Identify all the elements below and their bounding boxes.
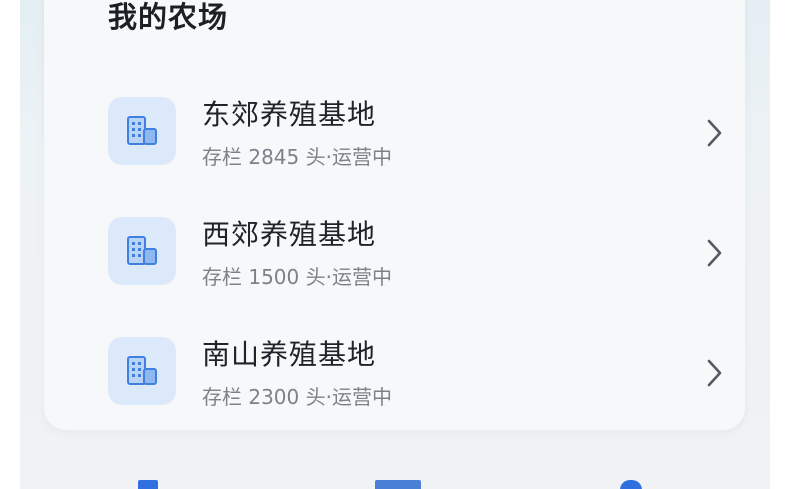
building-icon	[108, 97, 176, 165]
farm-list-item-xijiao[interactable]: 西郊养殖基地 存栏 1500 头·运营中	[108, 217, 758, 309]
chevron-right-icon	[704, 357, 724, 393]
stock-unit: 头	[305, 145, 326, 169]
farm-name: 西郊养殖基地	[202, 218, 377, 251]
stock-count: 1500	[248, 265, 300, 289]
building-icon	[108, 217, 176, 285]
my-farms-card: 我的农场 东郊养殖基地 存栏 2845 头·运营中 西郊养殖基地 存栏 1500…	[44, 0, 745, 430]
farm-meta: 存栏 2845 头·运营中	[202, 141, 392, 170]
status-text: 运营中	[331, 265, 392, 289]
farm-list-item-nanshan[interactable]: 南山养殖基地 存栏 2300 头·运营中	[108, 337, 758, 429]
page-background: 我的农场 东郊养殖基地 存栏 2845 头·运营中 西郊养殖基地 存栏 1500…	[20, 0, 770, 489]
right-margin	[770, 0, 790, 489]
chevron-right-icon	[704, 237, 724, 273]
tab-icon-partial[interactable]	[138, 480, 158, 489]
farm-list-item-dongjiao[interactable]: 东郊养殖基地 存栏 2845 头·运营中	[108, 97, 758, 189]
card-title: 我的农场	[108, 0, 229, 34]
tab-icon-partial[interactable]	[375, 480, 421, 489]
status-text: 运营中	[331, 385, 392, 409]
stock-label: 存栏	[202, 145, 242, 169]
stock-count: 2300	[248, 385, 300, 409]
stock-unit: 头	[305, 265, 326, 289]
building-icon	[108, 337, 176, 405]
stock-label: 存栏	[202, 265, 242, 289]
farm-meta: 存栏 1500 头·运营中	[202, 261, 392, 290]
status-text: 运营中	[331, 145, 392, 169]
stock-label: 存栏	[202, 385, 242, 409]
farm-meta: 存栏 2300 头·运营中	[202, 381, 392, 410]
tab-icon-partial[interactable]	[620, 480, 642, 489]
left-margin	[0, 0, 20, 489]
farm-name: 南山养殖基地	[202, 338, 377, 371]
chevron-right-icon	[704, 117, 724, 153]
stock-unit: 头	[305, 385, 326, 409]
farm-name: 东郊养殖基地	[202, 98, 377, 131]
stock-count: 2845	[248, 145, 300, 169]
